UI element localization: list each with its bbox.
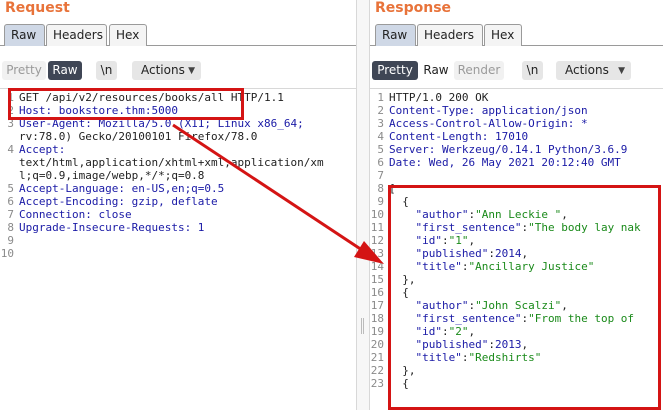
line-number: 6 xyxy=(377,156,384,169)
line-number: 18 xyxy=(370,312,384,325)
request-actions-label: Actions xyxy=(141,63,185,77)
code-text: HTTP/1.0 200 OK xyxy=(389,91,489,104)
line-number: 13 xyxy=(370,247,384,260)
line-number: 7 xyxy=(7,208,14,221)
response-code-line: 1 HTTP/1.0 200 OK xyxy=(370,91,663,104)
line-number: 21 xyxy=(370,351,384,364)
code-text: Accept: xyxy=(19,143,66,156)
line-number: 8 xyxy=(7,221,14,234)
request-highlight-box xyxy=(8,88,244,120)
response-actions-label: Actions xyxy=(565,63,609,77)
code-text: Content-Length: 17010 xyxy=(389,130,529,143)
line-number: 9 xyxy=(377,195,384,208)
request-actions-button[interactable]: Actions ▼ xyxy=(132,61,201,80)
request-code-line: 7 Connection: close xyxy=(0,208,356,221)
line-number: 20 xyxy=(370,338,384,351)
response-tab-headers[interactable]: Headers xyxy=(417,24,483,46)
response-code-line: 2 Content-Type: application/json xyxy=(370,104,663,117)
code-text: Date: Wed, 26 May 2021 20:12:40 GMT xyxy=(389,156,621,169)
response-render-button[interactable]: Render xyxy=(454,61,504,80)
response-newline-button[interactable]: \n xyxy=(522,61,543,80)
request-raw-button[interactable]: Raw xyxy=(48,61,82,80)
request-tab-headers[interactable]: Headers xyxy=(46,24,107,46)
request-code-line: 4 Accept: xyxy=(0,143,356,156)
request-code-line: 6 Accept-Encoding: gzip, deflate xyxy=(0,195,356,208)
request-tab-strip: Raw Headers Hex xyxy=(0,24,356,46)
line-number: 5 xyxy=(7,182,14,195)
response-tab-strip: Raw Headers Hex xyxy=(370,24,663,46)
line-number: 3 xyxy=(377,117,384,130)
code-text: l;q=0.9,image/webp,*/*;q=0.8 xyxy=(19,169,205,182)
code-text: Accept-Language: en-US,en;q=0.5 xyxy=(19,182,225,195)
response-pane-title: Response xyxy=(375,0,452,16)
response-toolbar: Pretty Raw Render \n Actions ▼ xyxy=(370,46,663,87)
request-code-line: 9 xyxy=(0,234,356,247)
line-number: 16 xyxy=(370,286,384,299)
request-toolbar: Pretty Raw \n Actions ▼ xyxy=(0,46,356,87)
request-newline-button[interactable]: \n xyxy=(96,61,117,80)
code-text: Accept-Encoding: gzip, deflate xyxy=(19,195,218,208)
line-number: 10 xyxy=(370,208,384,221)
response-tab-raw[interactable]: Raw xyxy=(375,24,416,46)
response-code-line: 5 Server: Werkzeug/0.14.1 Python/3.6.9 xyxy=(370,143,663,156)
line-number: 14 xyxy=(370,260,384,273)
code-text: Content-Type: application/json xyxy=(389,104,588,117)
response-code-line: 4 Content-Length: 17010 xyxy=(370,130,663,143)
line-number: 15 xyxy=(370,273,384,286)
line-number: 8 xyxy=(377,182,384,195)
chevron-down-icon: ▼ xyxy=(188,66,195,76)
request-editor[interactable]: 1 GET /api/v2/resources/books/all HTTP/1.… xyxy=(0,88,356,410)
request-code-line: l;q=0.9,image/webp,*/*;q=0.8 xyxy=(0,169,356,182)
line-number: 23 xyxy=(370,377,384,390)
code-text: Connection: close xyxy=(19,208,132,221)
request-pretty-button[interactable]: Pretty xyxy=(2,61,46,80)
line-number: 4 xyxy=(7,143,14,156)
response-pretty-button[interactable]: Pretty xyxy=(372,61,418,80)
response-code-line: 3 Access-Control-Allow-Origin: * xyxy=(370,117,663,130)
code-text: Upgrade-Insecure-Requests: 1 xyxy=(19,221,205,234)
code-text: text/html,application/xhtml+xml,applicat… xyxy=(19,156,324,169)
line-number: 22 xyxy=(370,364,384,377)
request-pane-title: Request xyxy=(5,0,70,16)
line-number: 17 xyxy=(370,299,384,312)
request-pane: Request Raw Headers Hex Pretty Raw \n Ac… xyxy=(0,0,356,410)
response-code-line: 6 Date: Wed, 26 May 2021 20:12:40 GMT xyxy=(370,156,663,169)
code-text: Server: Werkzeug/0.14.1 Python/3.6.9 xyxy=(389,143,628,156)
chevron-down-icon: ▼ xyxy=(618,66,625,76)
request-code-line: text/html,application/xhtml+xml,applicat… xyxy=(0,156,356,169)
request-code-line: 5 Accept-Language: en-US,en;q=0.5 xyxy=(0,182,356,195)
request-tab-raw[interactable]: Raw xyxy=(4,24,45,46)
line-number: 9 xyxy=(7,234,14,247)
response-tab-hex[interactable]: Hex xyxy=(484,24,522,46)
request-code-line: 10 xyxy=(0,247,356,260)
pane-splitter[interactable] xyxy=(356,0,370,410)
line-number: 4 xyxy=(377,130,384,143)
line-number: 5 xyxy=(377,143,384,156)
response-actions-button[interactable]: Actions ▼ xyxy=(556,61,631,80)
splitter-grip-icon[interactable] xyxy=(361,318,364,334)
line-number: 2 xyxy=(377,104,384,117)
response-raw-button[interactable]: Raw xyxy=(420,61,452,80)
line-number: 1 xyxy=(377,91,384,104)
response-highlight-box xyxy=(388,185,661,410)
response-code-line: 7 xyxy=(370,169,663,182)
line-number: 7 xyxy=(377,169,384,182)
line-number: 19 xyxy=(370,325,384,338)
line-number: 10 xyxy=(0,247,14,260)
line-number: 12 xyxy=(370,234,384,247)
line-number: 11 xyxy=(370,221,384,234)
code-text: rv:78.0) Gecko/20100101 Firefox/78.0 xyxy=(19,130,258,143)
request-code-line: 8 Upgrade-Insecure-Requests: 1 xyxy=(0,221,356,234)
line-number: 6 xyxy=(7,195,14,208)
request-code-line: rv:78.0) Gecko/20100101 Firefox/78.0 xyxy=(0,130,356,143)
code-text: Access-Control-Allow-Origin: * xyxy=(389,117,588,130)
request-tab-hex[interactable]: Hex xyxy=(109,24,147,46)
